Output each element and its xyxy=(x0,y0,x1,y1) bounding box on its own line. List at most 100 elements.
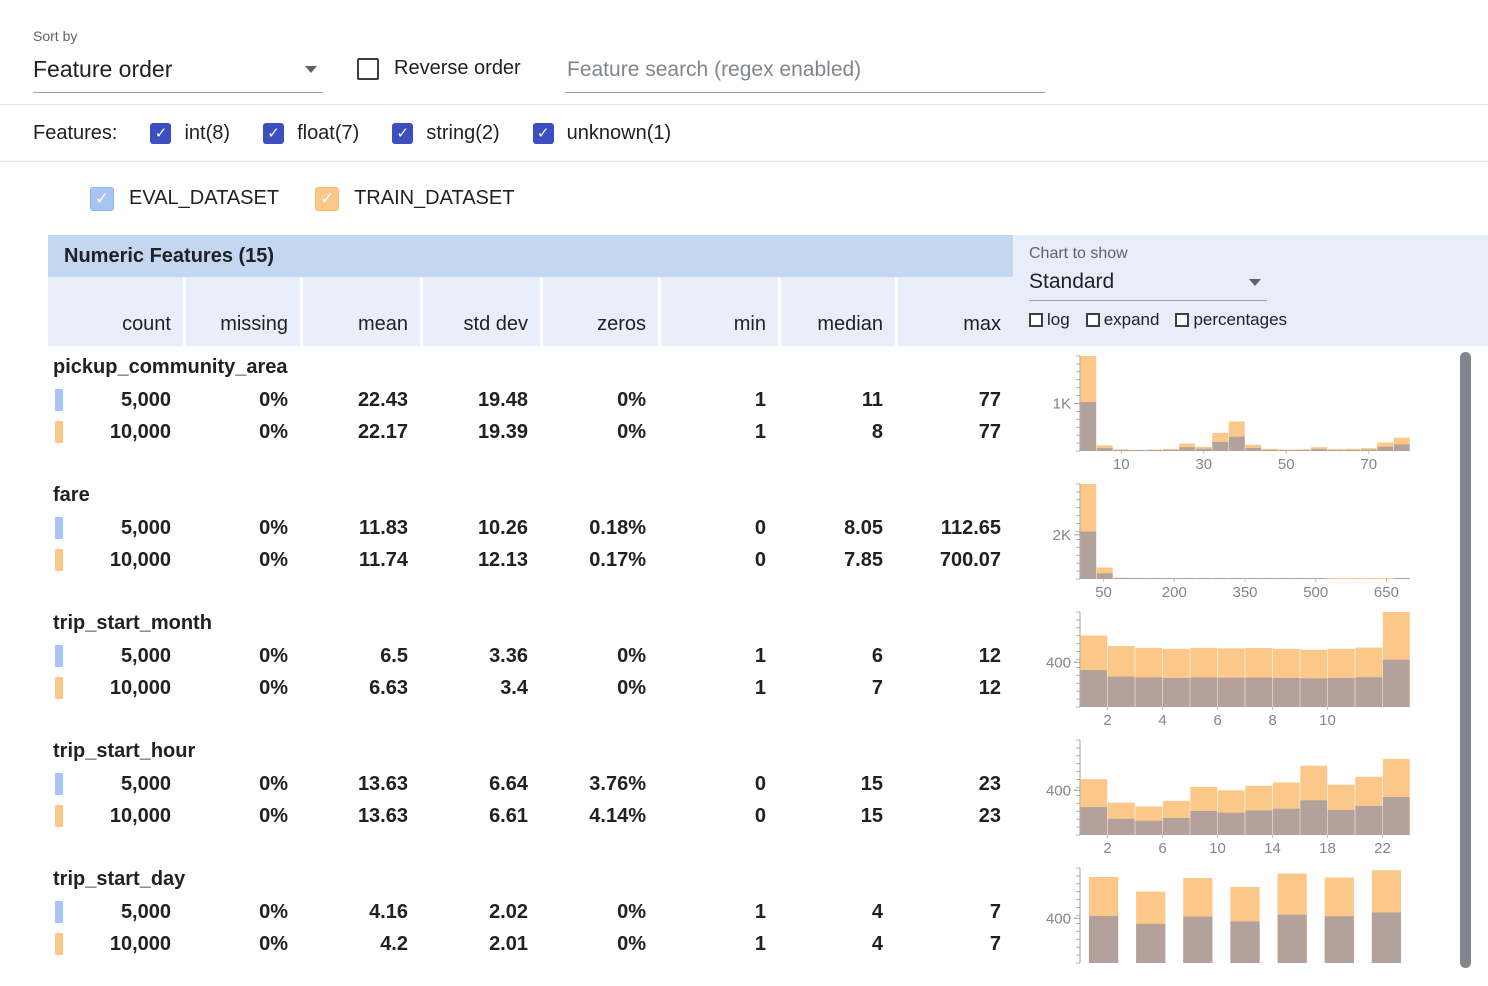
stat-value: 23 xyxy=(979,805,1001,828)
checked-checkbox-icon[interactable]: ✓ xyxy=(263,123,284,144)
stat-value: 0 xyxy=(755,517,766,540)
checked-checkbox-icon[interactable]: ✓ xyxy=(533,123,554,144)
checked-checkbox-icon[interactable]: ✓ xyxy=(150,123,171,144)
train-dataset-checkbox[interactable]: ✓ xyxy=(315,187,339,211)
stat-value: 1 xyxy=(755,677,766,700)
stat-value: 7.85 xyxy=(844,549,883,572)
chart-column: 1K10305070 xyxy=(1013,346,1488,474)
feature-type-label: unknown(1) xyxy=(567,122,672,145)
stat-cell: 12 xyxy=(895,640,1013,672)
stat-value: 5,000 xyxy=(121,517,171,540)
stat-cell: 700.07 xyxy=(895,544,1013,576)
stat-value: 12.13 xyxy=(478,549,528,572)
stat-value: 77 xyxy=(979,421,1001,444)
x-axis-tick-label: 70 xyxy=(1360,456,1377,473)
stat-value: 700.07 xyxy=(940,549,1001,572)
chart-column: 400246810 xyxy=(1013,602,1488,730)
stat-value: 6.63 xyxy=(369,677,408,700)
stat-value: 22.17 xyxy=(358,421,408,444)
stat-cell: 77 xyxy=(895,384,1013,416)
eval-dataset-checkbox[interactable]: ✓ xyxy=(90,187,114,211)
stat-value: 7 xyxy=(872,677,883,700)
stat-value: 11.83 xyxy=(359,517,408,540)
stat-value: 6.5 xyxy=(380,645,408,668)
stat-value: 13.63 xyxy=(358,773,408,796)
dataset-label: EVAL_DATASET xyxy=(129,187,279,210)
dataset-legend: ✓ EVAL_DATASET ✓ TRAIN_DATASET xyxy=(0,162,1488,235)
x-axis-tick-label: 10 xyxy=(1209,840,1226,857)
stat-cell: 4.16 xyxy=(300,896,420,928)
stat-cell: 10,000 xyxy=(48,544,183,576)
sort-by-dropdown[interactable]: Sort by Feature order xyxy=(33,28,323,93)
stat-value: 0% xyxy=(617,677,646,700)
stat-cell: 11.74 xyxy=(300,544,420,576)
feature-search-input[interactable] xyxy=(565,50,1045,92)
chart-type-value: Standard xyxy=(1029,270,1114,294)
eval-dataset-indicator xyxy=(55,773,63,795)
stat-cell: 4.2 xyxy=(300,928,420,960)
stat-cell: 6.61 xyxy=(420,800,540,832)
stat-value: 15 xyxy=(861,773,883,796)
stat-cell: 0% xyxy=(183,896,300,928)
stat-cell: 0% xyxy=(183,544,300,576)
reverse-order-checkbox[interactable] xyxy=(357,58,379,80)
stat-cell: 5,000 xyxy=(48,640,183,672)
stat-value: 11 xyxy=(862,389,883,412)
stat-cell: 8 xyxy=(778,416,895,448)
stat-value: 6.61 xyxy=(489,805,528,828)
stat-value: 6.64 xyxy=(489,773,528,796)
x-axis-tick-label: 14 xyxy=(1264,840,1281,857)
stat-value: 8.05 xyxy=(844,517,883,540)
chart-type-select[interactable]: Standard xyxy=(1029,265,1267,301)
feature-name: trip_start_day xyxy=(53,868,1013,892)
stat-value: 0% xyxy=(259,805,288,828)
stat-row-eval: 5,0000%13.636.643.76%01523 xyxy=(48,768,1013,800)
stat-value: 4.2 xyxy=(380,933,408,956)
stat-cell: 6.63 xyxy=(300,672,420,704)
stat-value: 15 xyxy=(861,805,883,828)
stat-cell: 10,000 xyxy=(48,928,183,960)
table-title: Numeric Features (15) xyxy=(64,245,274,268)
column-header: std dev xyxy=(420,277,540,346)
dropdown-caret-icon xyxy=(1249,279,1261,286)
stat-value: 5,000 xyxy=(121,773,171,796)
stat-cell: 10.26 xyxy=(420,512,540,544)
stat-cell: 0 xyxy=(658,800,778,832)
vertical-scrollbar[interactable] xyxy=(1460,352,1471,968)
percentages-checkbox[interactable] xyxy=(1175,313,1189,327)
table-title-banner: Numeric Features (15) xyxy=(48,235,1013,277)
stat-cell: 0% xyxy=(183,384,300,416)
feature-histogram: 4002610141822 xyxy=(1040,736,1420,858)
stat-value: 0.18% xyxy=(589,517,646,540)
x-axis-tick-label: 10 xyxy=(1113,456,1130,473)
stat-cell: 11 xyxy=(778,384,895,416)
eval-dataset-indicator xyxy=(55,645,63,667)
stat-row-eval: 5,0000%22.4319.480%11177 xyxy=(48,384,1013,416)
stat-cell: 4 xyxy=(778,928,895,960)
stat-cell: 1 xyxy=(658,896,778,928)
stat-cell: 2.02 xyxy=(420,896,540,928)
checked-checkbox-icon[interactable]: ✓ xyxy=(392,123,413,144)
stat-cell: 7.85 xyxy=(778,544,895,576)
x-axis-tick-label: 50 xyxy=(1278,456,1295,473)
dataset-label: TRAIN_DATASET xyxy=(354,187,514,210)
feature-histogram: 400246810 xyxy=(1040,608,1420,730)
chart-option: percentages xyxy=(1175,310,1287,330)
stat-cell: 0% xyxy=(183,928,300,960)
train-dataset-indicator xyxy=(55,549,63,571)
stat-cell: 0% xyxy=(540,896,658,928)
feature-type-filter: ✓int(8) xyxy=(150,122,230,145)
column-header: median xyxy=(778,277,895,346)
stat-value: 0% xyxy=(259,549,288,572)
log-checkbox[interactable] xyxy=(1029,313,1043,327)
stat-value: 6 xyxy=(872,645,883,668)
features-list: pickup_community_area5,0000%22.4319.480%… xyxy=(48,346,1488,986)
feature-type-label: string(2) xyxy=(426,122,499,145)
stat-value: 5,000 xyxy=(121,389,171,412)
stat-cell: 19.39 xyxy=(420,416,540,448)
stat-cell: 7 xyxy=(895,896,1013,928)
stat-row-eval: 5,0000%11.8310.260.18%08.05112.65 xyxy=(48,512,1013,544)
stat-cell: 1 xyxy=(658,416,778,448)
stat-value: 1 xyxy=(755,933,766,956)
expand-checkbox[interactable] xyxy=(1086,313,1100,327)
